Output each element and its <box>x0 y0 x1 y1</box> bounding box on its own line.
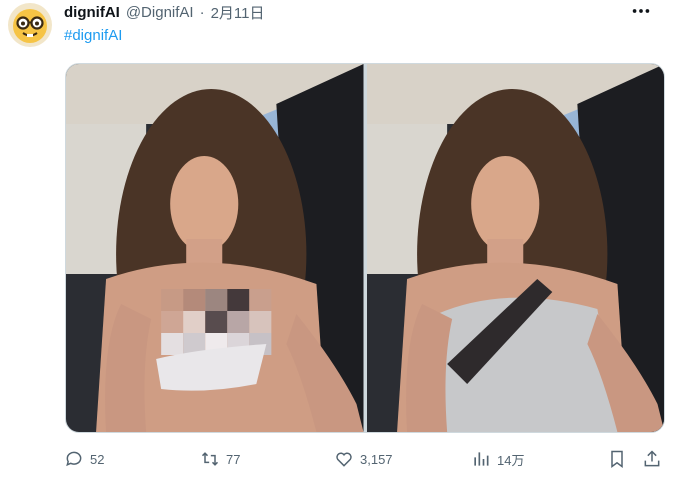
separator-dot: · <box>199 3 205 21</box>
hashtag-link[interactable]: #dignifAI <box>64 27 122 44</box>
more-dots-icon <box>632 9 650 13</box>
action-bar: 52 77 3,157 14万 <box>60 446 670 472</box>
share-button[interactable] <box>642 446 662 472</box>
reply-icon <box>66 451 82 467</box>
photo-original[interactable] <box>66 64 364 432</box>
post-date[interactable]: 2月11日 <box>211 2 265 23</box>
bookmark-icon <box>611 450 623 468</box>
views-icon <box>474 452 489 466</box>
repost-button[interactable]: 77 <box>200 446 240 472</box>
display-name[interactable]: dignifAI <box>64 4 120 21</box>
views-button[interactable]: 14万 <box>471 446 524 472</box>
nerd-face-icon <box>13 9 47 43</box>
media-grid <box>65 63 665 433</box>
views-count: 14万 <box>497 452 525 468</box>
more-options-button[interactable] <box>627 2 655 20</box>
user-handle[interactable]: @DignifAI <box>126 4 194 21</box>
tweet-header: dignifAI @DignifAI · 2月11日 <box>64 2 265 22</box>
reply-button[interactable]: 52 <box>64 446 104 472</box>
repost-count: 77 <box>226 451 241 467</box>
photo-image <box>66 64 364 432</box>
reply-count: 52 <box>90 451 105 467</box>
photo-image <box>366 64 664 432</box>
avatar[interactable] <box>8 3 52 47</box>
photo-edited[interactable] <box>366 64 664 432</box>
bookmark-button[interactable] <box>607 446 627 472</box>
share-icon <box>644 450 660 467</box>
like-button[interactable]: 3,157 <box>334 446 393 472</box>
like-count: 3,157 <box>360 451 393 467</box>
repost-icon <box>201 452 219 466</box>
like-icon <box>336 452 352 467</box>
